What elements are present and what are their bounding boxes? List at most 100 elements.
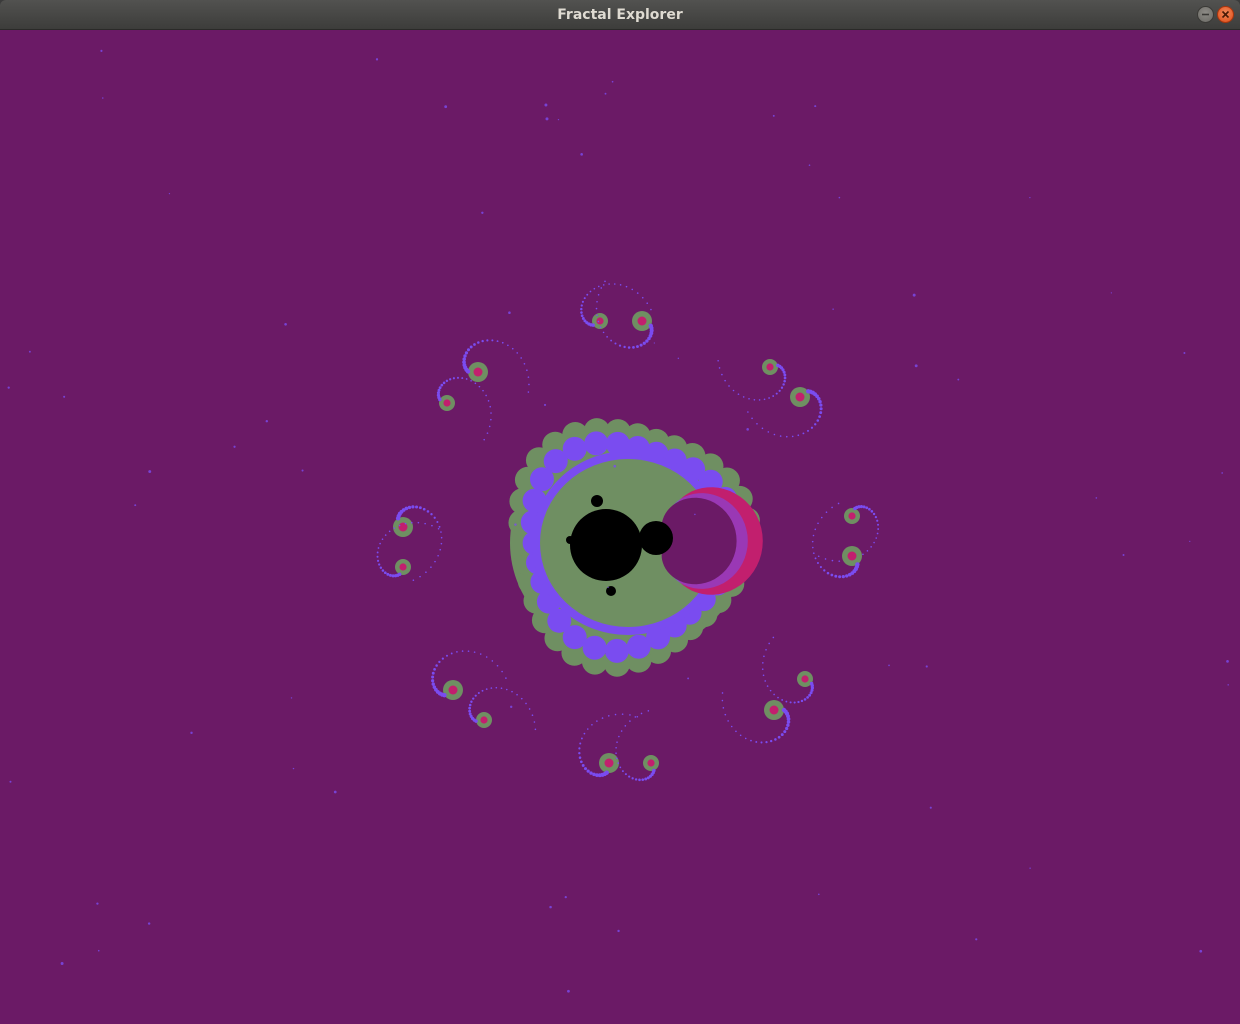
spiral-dot: [431, 671, 435, 675]
spiral-dot: [619, 766, 622, 769]
spiral-dot: [735, 730, 737, 733]
spiral-dot: [376, 555, 379, 558]
spiral-center: [801, 675, 809, 683]
spiral-dot: [417, 521, 420, 524]
spiral-dot: [620, 730, 623, 732]
spiral-dot: [816, 561, 819, 565]
spiral-dot: [433, 516, 436, 519]
spiral-dot: [830, 573, 834, 577]
spiral-dot: [485, 688, 488, 690]
fractal-canvas[interactable]: [0, 30, 1240, 1024]
spiral-dot: [411, 505, 415, 509]
spiral-dot: [816, 419, 820, 422]
spiral-center: [448, 685, 458, 695]
fractal-dust-point: [284, 322, 287, 326]
spiral-dot: [481, 339, 484, 343]
fractal-viewport[interactable]: [0, 30, 1240, 1024]
spiral-dot: [877, 523, 880, 526]
spiral-dot: [783, 730, 787, 734]
spiral-dot: [525, 702, 527, 705]
spiral-dot: [613, 283, 616, 285]
spiral-dot: [629, 720, 631, 722]
spiral-dot: [862, 553, 864, 556]
spiral-dot: [523, 362, 526, 365]
spiral-dot: [732, 389, 735, 392]
spiral-dot: [465, 378, 468, 380]
spiral-dot: [619, 284, 622, 286]
spiral-dot: [777, 696, 779, 699]
fractal-dust-point: [375, 58, 379, 61]
fractal-dust-point: [544, 103, 548, 107]
spiral-dot: [581, 764, 585, 767]
spiral-dot: [618, 344, 622, 347]
spiral-dot: [782, 370, 786, 374]
spiral-center: [473, 367, 483, 377]
spiral-dot: [419, 575, 421, 578]
spiral-dot: [581, 317, 585, 320]
mandelbrot-left-bulb: [566, 536, 574, 544]
spiral-dot: [379, 542, 381, 545]
spiral-dot: [797, 434, 800, 437]
spiral-dot: [436, 391, 441, 395]
spiral-dot: [607, 715, 610, 717]
spiral-dot: [730, 725, 733, 728]
spiral-dot: [783, 373, 787, 377]
spiral-dot: [391, 574, 395, 578]
spiral-dot: [490, 418, 492, 421]
spiral-dot: [760, 741, 763, 744]
spiral-dot: [486, 432, 489, 434]
spiral-dot: [445, 654, 448, 657]
spiral-dot: [724, 379, 726, 382]
spiral-dot: [470, 700, 473, 703]
minimize-button[interactable]: [1197, 6, 1214, 23]
title-bar[interactable]: Fractal Explorer: [0, 0, 1240, 30]
fractal-dust-point: [9, 780, 12, 783]
spiral-dot: [489, 405, 492, 408]
spiral-dot: [378, 563, 381, 566]
spiral-dot: [819, 565, 823, 569]
spiral-dot: [463, 354, 467, 358]
spiral-dot: [379, 566, 383, 569]
spiral-dot: [600, 287, 603, 289]
spiral-dot: [761, 427, 764, 430]
spiral-dot: [808, 693, 812, 697]
spiral-center: [848, 512, 856, 520]
spiral-dot: [377, 547, 380, 549]
fractal-dust-point: [564, 895, 567, 899]
fractal-dust-point: [1183, 351, 1186, 354]
spiral-dot: [437, 388, 441, 392]
spiral-dot: [636, 345, 639, 348]
spiral-dot: [505, 677, 507, 679]
spiral-dot: [436, 520, 439, 524]
spiral-dot: [490, 412, 492, 414]
mandelbrot-period2-bulb: [639, 521, 673, 555]
spiral-dot: [474, 694, 477, 697]
spiral-center: [604, 758, 614, 768]
spiral-dot: [722, 707, 725, 709]
spiral-dot: [772, 636, 775, 639]
spiral-dot: [764, 680, 767, 682]
spiral-dot: [614, 342, 617, 345]
spiral-dot: [431, 675, 435, 679]
spiral-dot: [870, 510, 874, 513]
fractal-dust-point: [1221, 472, 1223, 474]
spiral-dot: [500, 687, 503, 689]
spiral-dot: [528, 383, 530, 386]
close-button[interactable]: [1217, 6, 1234, 23]
spiral-dot: [624, 773, 627, 776]
spiral-dot: [615, 746, 617, 749]
spiral-dot: [873, 541, 875, 544]
fractal-lobe-violet: [604, 638, 629, 663]
spiral-dot: [381, 538, 384, 541]
fractal-dust-point: [914, 364, 918, 368]
spiral-dot: [441, 657, 444, 660]
fractal-dust-point: [607, 586, 609, 589]
spiral-dot: [442, 381, 446, 385]
fractal-dust-point: [832, 308, 834, 310]
spiral-dot: [596, 300, 598, 303]
spiral-dot: [415, 505, 419, 509]
spiral-dot: [482, 389, 484, 392]
spiral-dot: [470, 379, 472, 382]
fractal-lobe-violet: [562, 436, 587, 461]
spiral-center: [769, 705, 779, 715]
